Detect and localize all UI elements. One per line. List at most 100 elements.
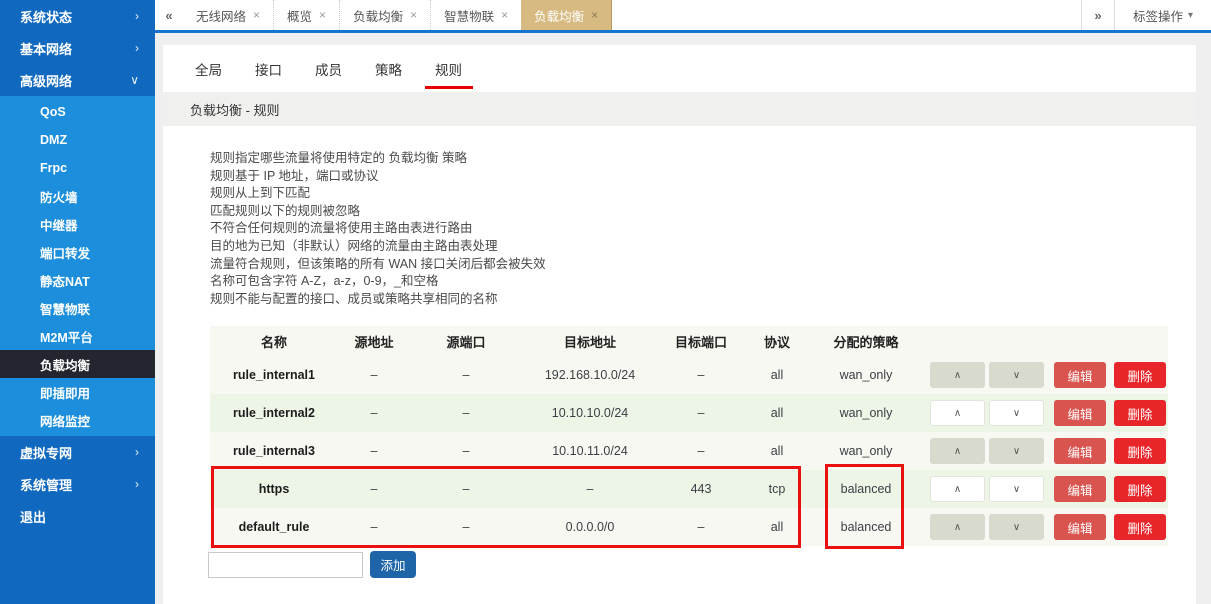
- description-line: 规则指定哪些流量将使用特定的 负载均衡 策略: [210, 151, 467, 165]
- tab-actions-dropdown[interactable]: 标签操作 ▾: [1115, 0, 1211, 30]
- description-line: 规则从上到下匹配: [210, 186, 311, 201]
- sidebar-item-frpc[interactable]: Frpc: [0, 154, 155, 182]
- down-arrow-icon: ∨: [1012, 483, 1021, 495]
- tab-policy[interactable]: 策略: [375, 45, 402, 92]
- sidebar-item-basic-network[interactable]: 基本网络 ›: [0, 32, 155, 64]
- new-rule-name-input[interactable]: [208, 551, 363, 578]
- close-icon[interactable]: ×: [253, 8, 260, 22]
- chevron-right-icon: ›: [135, 9, 139, 23]
- move-down-button[interactable]: ∨: [989, 362, 1044, 389]
- col-header-src-port: 源端口: [446, 334, 486, 350]
- down-arrow-icon: ∨: [1012, 369, 1021, 381]
- sidebar-item-label: 系统状态: [20, 9, 73, 25]
- sidebar-item-repeater[interactable]: 中继器: [0, 210, 155, 238]
- description-line: 流量符合规则，但该策略的所有 WAN 接口关闭后都会被失效: [210, 256, 546, 271]
- edit-button[interactable]: 编辑: [1054, 438, 1106, 465]
- sidebar-item-label: 高级网络: [20, 73, 73, 89]
- sidebar-item-static-nat[interactable]: 静态NAT: [0, 266, 155, 294]
- sidebar-item-network-monitor[interactable]: 网络监控: [0, 406, 155, 434]
- move-up-button[interactable]: ∧: [930, 514, 985, 541]
- down-arrow-icon: ∨: [1012, 407, 1021, 419]
- sidebar-submenu: QoS DMZ Frpc 防火墙 中继器 端口转发 静态NAT 智慧物联 M2M…: [0, 96, 155, 436]
- rule-name: rule_internal3: [233, 444, 315, 459]
- tab-global[interactable]: 全局: [195, 45, 222, 92]
- sidebar-item-dmz[interactable]: DMZ: [0, 126, 155, 154]
- double-chevron-left-icon: «: [165, 7, 173, 23]
- tab-load-balance-active[interactable]: 负载均衡 ×: [521, 0, 613, 30]
- close-icon[interactable]: ×: [501, 8, 508, 22]
- move-down-button[interactable]: ∨: [989, 514, 1044, 541]
- sidebar-item-upnp[interactable]: 即插即用: [0, 378, 155, 406]
- col-header-src-addr: 源地址: [354, 334, 394, 350]
- sidebar-item-system-manage[interactable]: 系统管理 ›: [0, 468, 155, 500]
- close-icon[interactable]: ×: [410, 8, 417, 22]
- sidebar-item-port-forward[interactable]: 端口转发: [0, 238, 155, 266]
- sidebar-item-smart-iot[interactable]: 智慧物联: [0, 294, 155, 322]
- sidebar-item-load-balance[interactable]: 负载均衡: [0, 350, 155, 378]
- sidebar-item-label: 退出: [20, 509, 47, 525]
- tab-label: 无线网络: [196, 9, 247, 24]
- tab-interface[interactable]: 接口: [255, 45, 282, 92]
- sidebar-item-m2m-platform[interactable]: M2M平台: [0, 322, 155, 350]
- delete-button[interactable]: 删除: [1114, 438, 1166, 465]
- delete-button[interactable]: 删除: [1114, 514, 1166, 541]
- delete-button[interactable]: 删除: [1114, 400, 1166, 427]
- delete-button[interactable]: 删除: [1114, 362, 1166, 389]
- move-down-button[interactable]: ∨: [989, 476, 1044, 503]
- sidebar-item-advanced-network[interactable]: 高级网络 ∨: [0, 64, 155, 96]
- delete-button[interactable]: 删除: [1114, 476, 1166, 503]
- move-up-button[interactable]: ∧: [930, 476, 985, 503]
- move-up-button[interactable]: ∧: [930, 438, 985, 465]
- tab-member[interactable]: 成员: [315, 45, 342, 92]
- table-row: default_rule – – 0.0.0.0/0 – all balance…: [210, 508, 1168, 546]
- sidebar: 系统状态 › 基本网络 › 高级网络 ∨ QoS DMZ Frpc 防火墙 中继…: [0, 0, 155, 604]
- sidebar-item-system-status[interactable]: 系统状态 ›: [0, 0, 155, 32]
- tab-actions-label: 标签操作: [1132, 9, 1183, 24]
- up-arrow-icon: ∧: [953, 521, 962, 533]
- close-icon[interactable]: ×: [319, 8, 326, 22]
- edit-button[interactable]: 编辑: [1054, 514, 1106, 541]
- sidebar-item-vpn[interactable]: 虚拟专网 ›: [0, 436, 155, 468]
- edit-button[interactable]: 编辑: [1054, 362, 1106, 389]
- tab-bar-right: » 标签操作 ▾: [1080, 0, 1211, 30]
- scroll-tabs-left-button[interactable]: «: [155, 0, 183, 30]
- rules-table: 名称 源地址 源端口 目标地址 目标端口 协议 分配的策略 rule_inter…: [210, 326, 1168, 547]
- scroll-tabs-right-button[interactable]: »: [1080, 0, 1115, 30]
- table-row: https – – – 443 tcp balanced ∧ ∨ 编辑 删除: [210, 470, 1168, 509]
- up-arrow-icon: ∧: [953, 369, 962, 381]
- tab-label: 负载均衡: [534, 9, 585, 24]
- sidebar-item-logout[interactable]: 退出: [0, 500, 155, 532]
- close-icon[interactable]: ×: [591, 8, 598, 22]
- tab-overview[interactable]: 概览 ×: [273, 0, 339, 30]
- content-panel: 全局 接口 成员 策略 规则 负载均衡 - 规则 规则指定哪些流量将使用特定的 …: [163, 45, 1196, 604]
- double-chevron-right-icon: »: [1094, 7, 1102, 23]
- description-line: 匹配规则以下的规则被忽略: [210, 203, 361, 218]
- rule-name: rule_internal1: [233, 368, 315, 383]
- tab-bar: « 无线网络 × 概览 × 负载均衡 × 智慧物联 × 负载均衡 × » 标签操…: [155, 0, 1211, 33]
- table-header-row: 名称 源地址 源端口 目标地址 目标端口 协议 分配的策略: [210, 326, 1168, 356]
- tab-label: 负载均衡: [353, 9, 404, 24]
- move-down-button[interactable]: ∨: [989, 400, 1044, 427]
- move-up-button[interactable]: ∧: [930, 362, 985, 389]
- tab-load-balance-1[interactable]: 负载均衡 ×: [339, 0, 430, 30]
- col-header-name: 名称: [260, 334, 287, 350]
- tab-smart-iot[interactable]: 智慧物联 ×: [430, 0, 521, 30]
- sidebar-item-label: 基本网络: [20, 41, 73, 57]
- description-line: 目的地为已知（非默认）网络的流量由主路由表处理: [210, 238, 498, 253]
- up-arrow-icon: ∧: [953, 483, 962, 495]
- move-up-button[interactable]: ∧: [930, 400, 985, 427]
- chevron-right-icon: ›: [135, 477, 139, 491]
- add-button[interactable]: 添加: [370, 551, 416, 579]
- tab-label: 智慧物联: [444, 9, 495, 24]
- sidebar-item-qos[interactable]: QoS: [0, 98, 155, 126]
- edit-button[interactable]: 编辑: [1054, 476, 1106, 503]
- sidebar-item-firewall[interactable]: 防火墙: [0, 182, 155, 210]
- tab-label: 概览: [287, 9, 313, 24]
- sidebar-item-label: 虚拟专网: [20, 445, 73, 461]
- edit-button[interactable]: 编辑: [1054, 400, 1106, 427]
- rules-description: 规则指定哪些流量将使用特定的 负载均衡 策略 规则基于 IP 地址，端口或协议 …: [210, 150, 1196, 308]
- col-header-proto: 协议: [763, 334, 790, 350]
- tab-rules[interactable]: 规则: [435, 45, 462, 92]
- move-down-button[interactable]: ∨: [989, 438, 1044, 465]
- tab-wireless-network[interactable]: 无线网络 ×: [183, 0, 273, 30]
